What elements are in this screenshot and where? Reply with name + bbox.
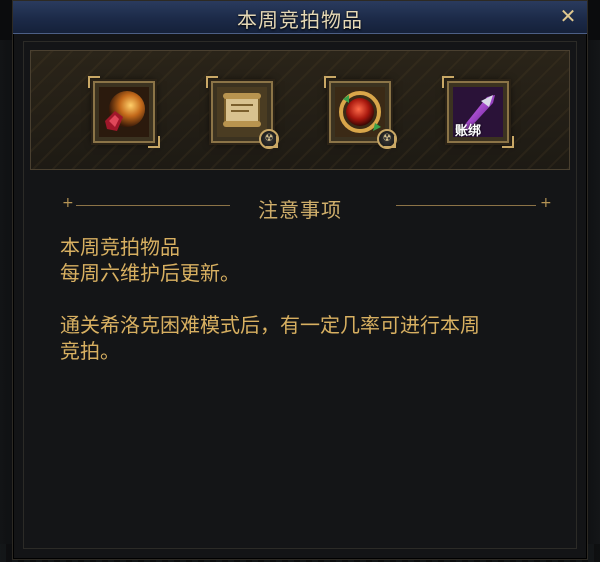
item-slot-1[interactable] — [88, 76, 160, 148]
window-titlebar[interactable]: 本周竞拍物品 ✕ — [13, 1, 587, 34]
notice-heading: 注意事项 — [258, 198, 342, 222]
notice-line: 本周竞拍物品 — [60, 235, 180, 259]
window-title: 本周竞拍物品 — [237, 8, 363, 32]
account-bound-label: 账绑 — [455, 124, 482, 139]
sphere-item-icon — [335, 87, 385, 137]
radiation-badge-icon: ☢ — [259, 129, 279, 149]
window-content: ☢ ☢ 账绑 + 注意事项 + 本周竞拍物品 每周六维护后更新。 通关希洛克困难… — [23, 41, 577, 549]
item-slot-3[interactable]: ☢ — [324, 76, 397, 149]
notice-description: 本周竞拍物品 每周六维护后更新。 通关希洛克困难模式后，有一定几率可进行本周 竞… — [60, 234, 560, 364]
close-button[interactable]: ✕ — [557, 5, 579, 27]
item-slot-4[interactable]: 账绑 — [442, 76, 514, 148]
auction-items-window: 本周竞拍物品 ✕ ☢ ☢ 账绑 + 注意事项 + 本周竞拍物品 每周六维护后更新… — [12, 0, 588, 560]
item-slot-2[interactable]: ☢ — [206, 76, 279, 149]
notice-line: 通关希洛克困难模式后，有一定几率可进行本周 — [60, 313, 480, 337]
radiation-badge-icon: ☢ — [377, 129, 397, 149]
scroll-item-icon — [217, 87, 267, 137]
notice-line: 每周六维护后更新。 — [60, 261, 240, 285]
orb-item-icon — [99, 87, 149, 137]
notice-spacer — [60, 286, 560, 312]
notice-line: 竞拍。 — [60, 339, 120, 363]
divider-line-right — [396, 205, 536, 206]
divider-plus-right: + — [540, 195, 552, 211]
item-strip: ☢ ☢ 账绑 — [30, 50, 570, 170]
